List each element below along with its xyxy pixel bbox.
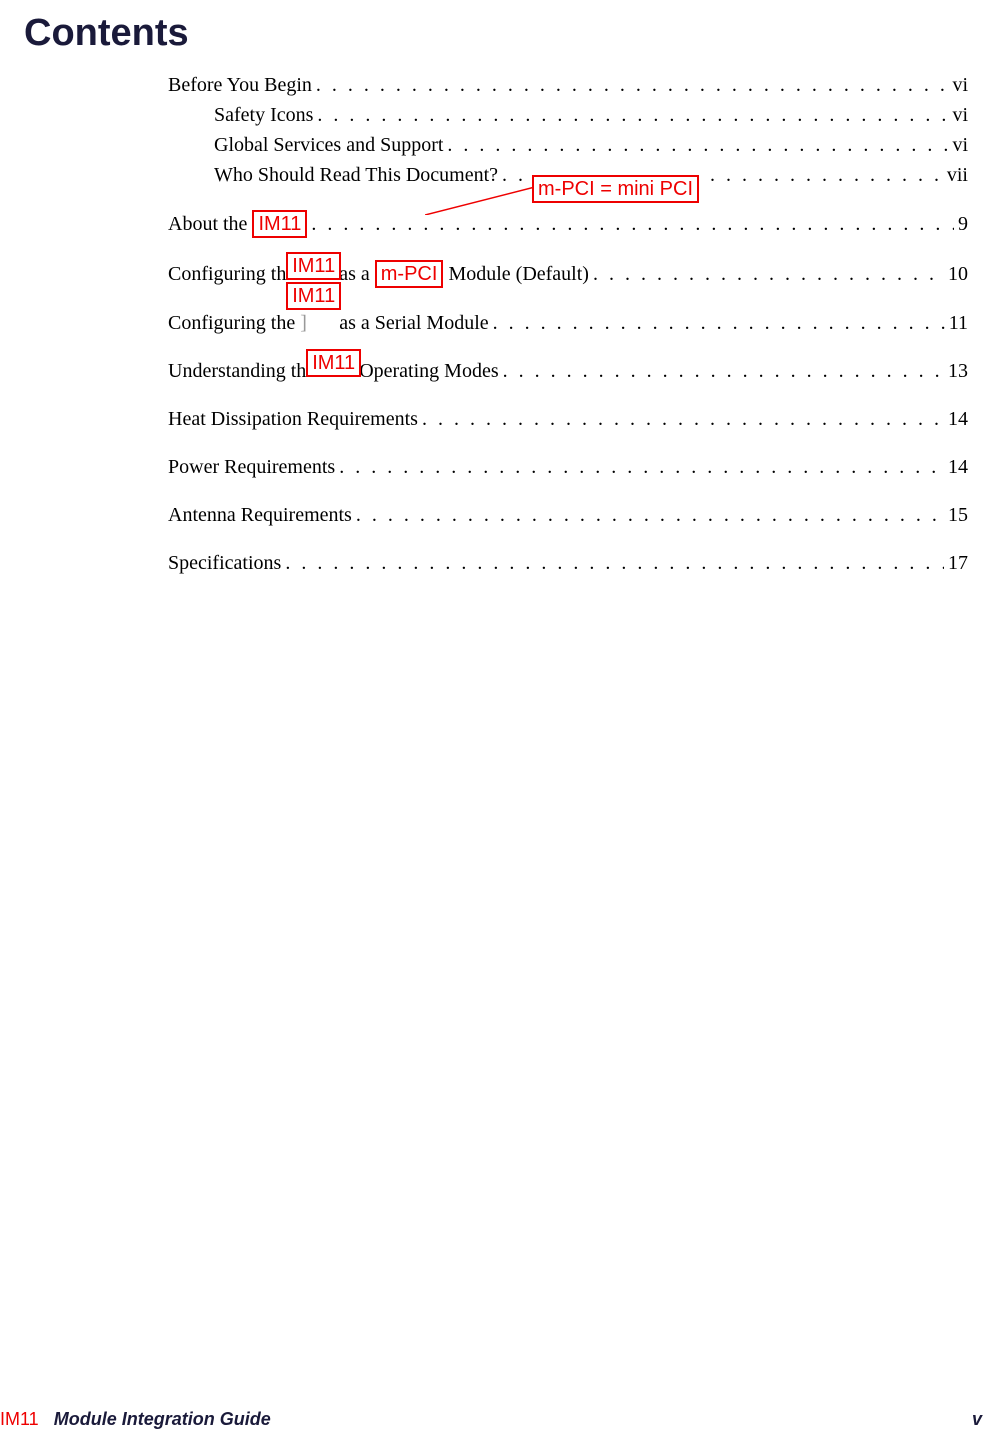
toc-page-number: 14 [944, 406, 968, 432]
toc-leader-dots: . . . . . . . . . . . . . . . . . . . . … [499, 358, 944, 384]
toc-entry[interactable]: Global Services and Support. . . . . . .… [168, 132, 968, 158]
toc-page-number: vii [943, 162, 968, 188]
annotation-inline: m-PCI [375, 260, 444, 288]
toc-leader-dots: . . . . . . . . . . . . . . . . . . . . … [281, 550, 944, 576]
toc-entry[interactable]: Safety Icons. . . . . . . . . . . . . . … [168, 102, 968, 128]
toc-entry-label: Before You Begin [168, 72, 312, 98]
footer-doc-title [44, 1409, 54, 1429]
toc-entry[interactable]: About the IM11. . . . . . . . . . . . . … [168, 210, 968, 238]
toc-entry-label: Power Requirements [168, 454, 335, 480]
toc-leader-dots: . . . . . . . . . . . . . . . . . . . . … [313, 102, 948, 128]
toc-entry-label: Global Services and Support [214, 132, 443, 158]
annotation-leader-line [425, 175, 535, 215]
toc-entry[interactable]: Antenna Requirements. . . . . . . . . . … [168, 502, 968, 528]
annotation-im11: IM11 [306, 349, 361, 377]
table-of-contents: Before You Begin. . . . . . . . . . . . … [168, 72, 968, 580]
annotation-note-box: m-PCI = mini PCI [532, 175, 699, 203]
toc-leader-dots: . . . . . . . . . . . . . . . . . . . . … [443, 132, 948, 158]
toc-entry[interactable]: Heat Dissipation Requirements. . . . . .… [168, 406, 968, 432]
toc-entry[interactable]: Understanding the IM11 Operating Modes. … [168, 358, 968, 384]
toc-page-number: 15 [944, 502, 968, 528]
toc-entry-label: Antenna Requirements [168, 502, 352, 528]
toc-page-number: vi [948, 132, 968, 158]
toc-entry[interactable]: Specifications. . . . . . . . . . . . . … [168, 550, 968, 576]
toc-page-number: 10 [944, 261, 968, 287]
toc-leader-dots: . . . . . . . . . . . . . . . . . . . . … [307, 211, 954, 237]
toc-entry[interactable]: Power Requirements. . . . . . . . . . . … [168, 454, 968, 480]
toc-page-number: 13 [944, 358, 968, 384]
toc-entry[interactable]: Configuring the IM11] as a Serial Module… [168, 310, 968, 336]
toc-page-number: 9 [954, 211, 968, 237]
annotation-inline: IM11 [252, 210, 307, 238]
toc-page-number: 17 [944, 550, 968, 576]
toc-entry-label: Safety Icons [214, 102, 313, 128]
toc-entry-label: About the IM11 [168, 210, 307, 238]
toc-entry-label: Specifications [168, 550, 281, 576]
toc-entry-label: Configuring the IM11] as a Serial Module [168, 310, 489, 336]
toc-entry-label: Configuring the IM11 as a m-PCI Module (… [168, 260, 589, 288]
footer-product-code: IM11 [0, 1409, 39, 1429]
toc-leader-dots: . . . . . . . . . . . . . . . . . . . . … [312, 72, 949, 98]
footer-doc-title-text: Module Integration Guide [54, 1409, 271, 1429]
toc-leader-dots: . . . . . . . . . . . . . . . . . . . . … [489, 310, 945, 336]
page-title: Contents [24, 12, 189, 55]
toc-leader-dots: . . . . . . . . . . . . . . . . . . . . … [335, 454, 944, 480]
toc-page-number: 11 [945, 310, 968, 336]
toc-leader-dots: . . . . . . . . . . . . . . . . . . . . … [418, 406, 944, 432]
toc-page-number: vi [948, 72, 968, 98]
toc-entry[interactable]: Before You Begin. . . . . . . . . . . . … [168, 72, 968, 98]
annotation-im11: IM11 [286, 252, 341, 280]
toc-leader-dots: . . . . . . . . . . . . . . . . . . . . … [352, 502, 944, 528]
toc-entry-label: Understanding the IM11 Operating Modes [168, 358, 499, 384]
annotation-im11: IM11 [286, 282, 341, 310]
toc-leader-dots: . . . . . . . . . . . . . . . . . . . . … [589, 261, 944, 287]
toc-page-number: vi [948, 102, 968, 128]
toc-entry-label: Heat Dissipation Requirements [168, 406, 418, 432]
toc-page-number: 14 [944, 454, 968, 480]
